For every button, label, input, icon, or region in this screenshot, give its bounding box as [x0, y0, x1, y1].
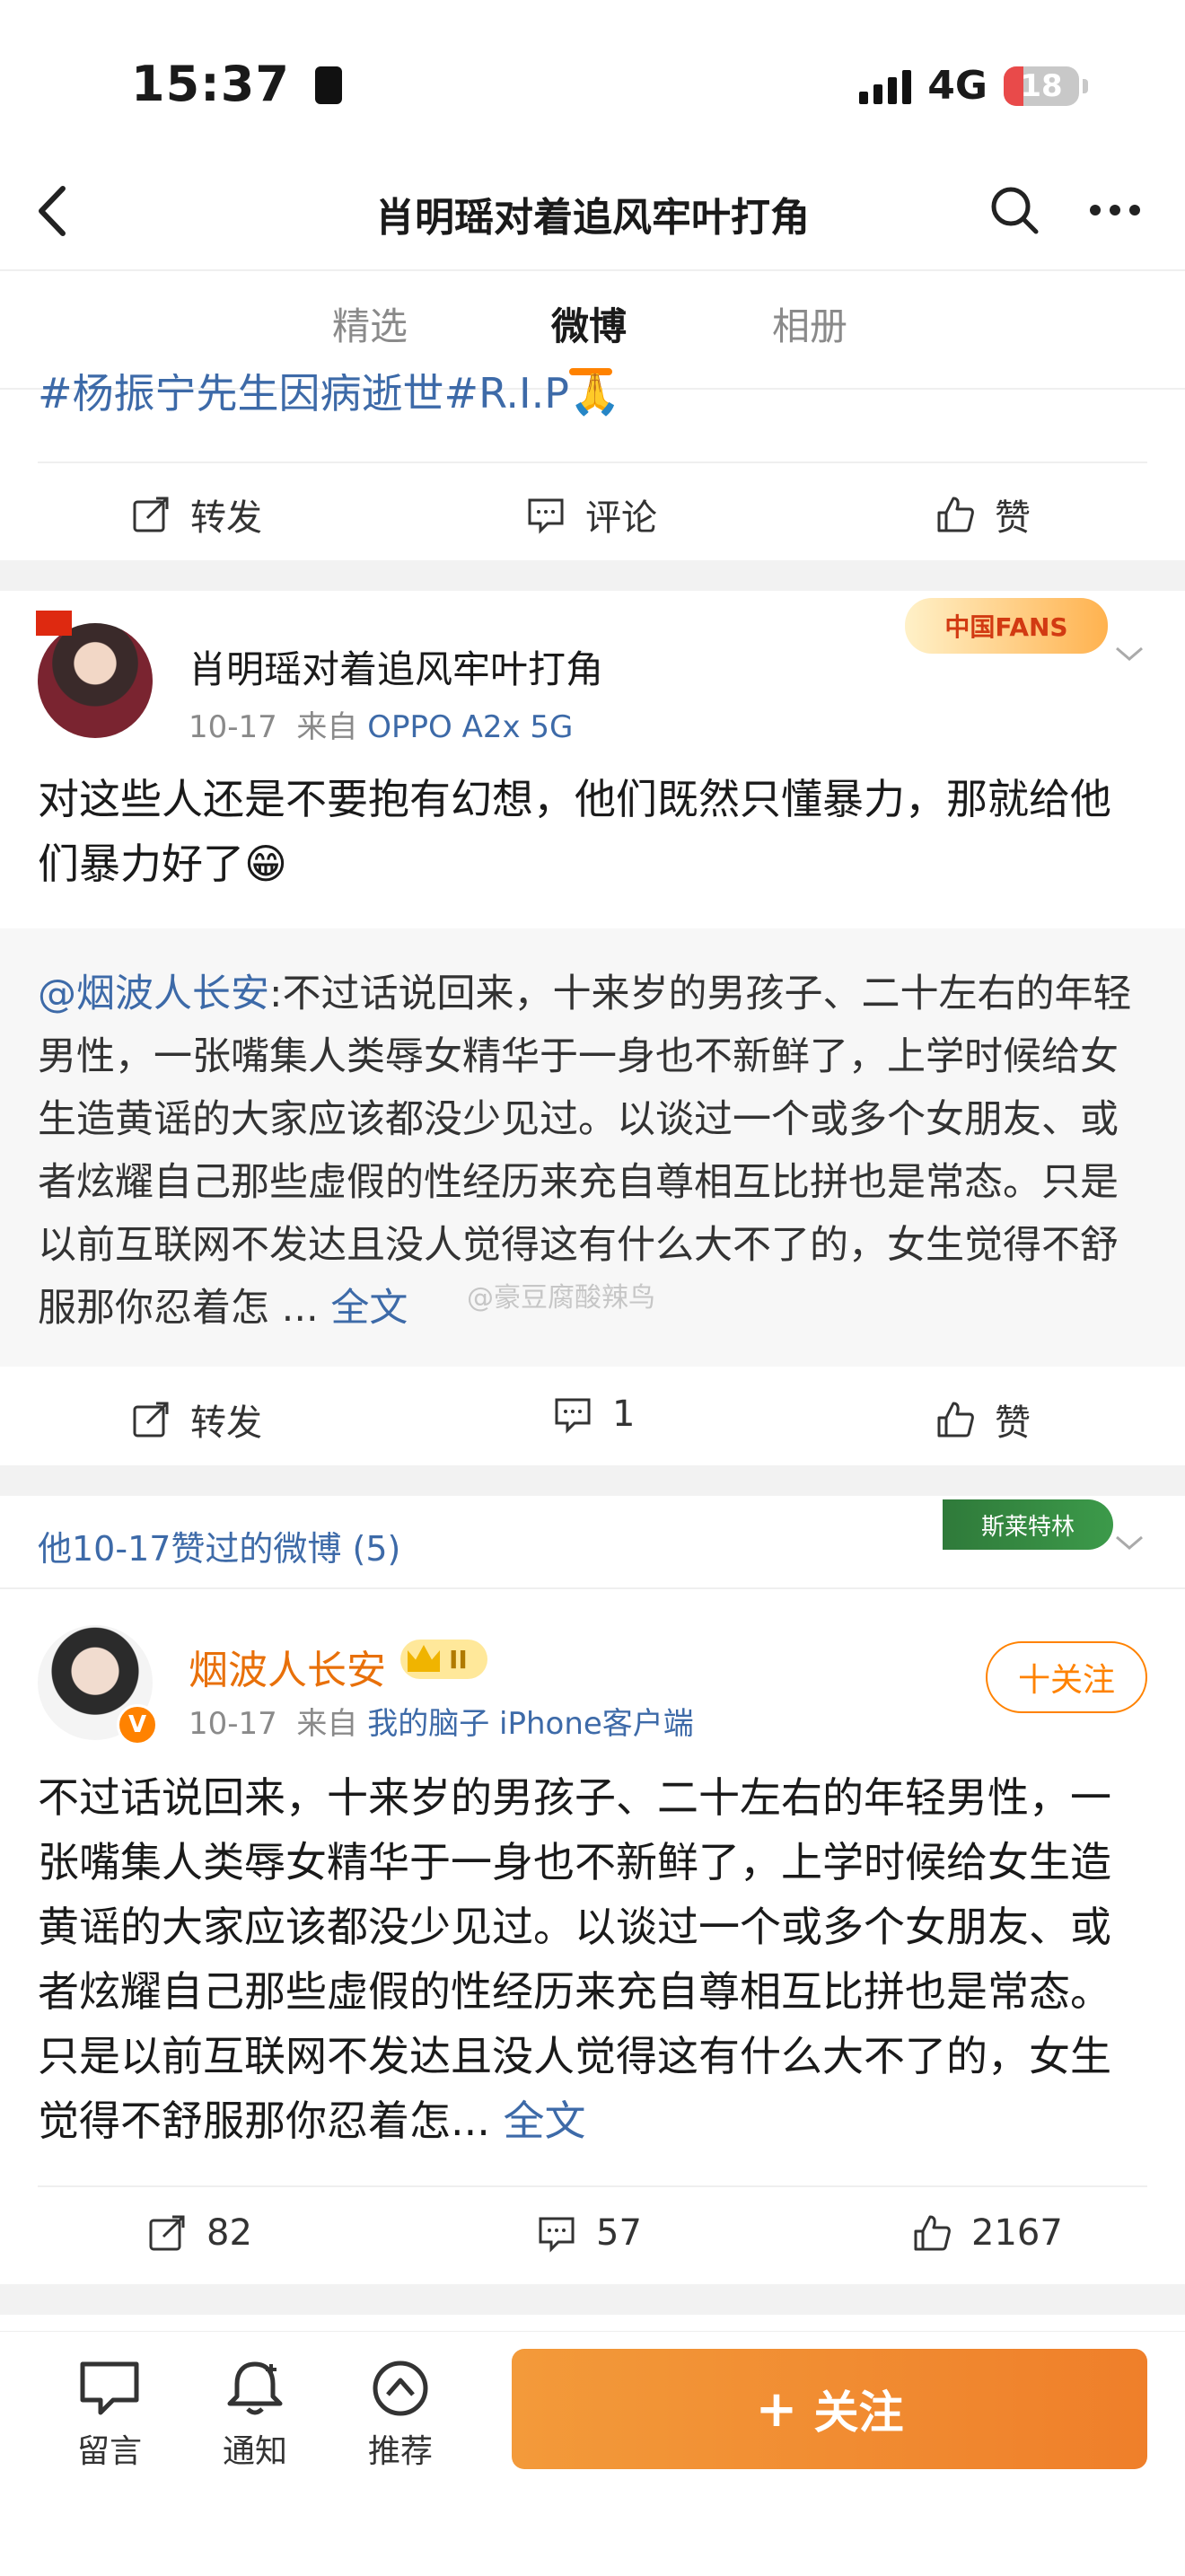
- comment-button[interactable]: 1: [553, 1394, 635, 1435]
- repost-button[interactable]: 转发: [131, 488, 262, 541]
- post-date: 10-17: [189, 709, 277, 745]
- verified-badge: V: [117, 1704, 158, 1745]
- comment-count: 57: [596, 2212, 642, 2254]
- post2-actions: 82 57 2167: [0, 2185, 1185, 2284]
- more-icon[interactable]: [1088, 203, 1142, 217]
- member-level: II: [449, 1644, 468, 1675]
- repost-label: 转发: [190, 497, 262, 539]
- post-source[interactable]: OPPO A2x 5G: [367, 709, 573, 745]
- notify-label: 通知: [222, 2433, 287, 2470]
- signal-icon: [859, 68, 912, 104]
- partial-post-text[interactable]: #杨振宁先生因病逝世#R.I.P🙏: [38, 374, 1151, 420]
- repost-button[interactable]: 82: [147, 2212, 252, 2254]
- tab-album[interactable]: 相册: [772, 296, 847, 351]
- tab-bar: 精选 微博 相册: [0, 296, 1185, 386]
- follow-main-label: 关注: [813, 2387, 904, 2439]
- house-badge: 斯莱特林: [943, 1499, 1113, 1550]
- like-button[interactable]: 赞: [935, 1394, 1031, 1446]
- message-label: 留言: [76, 2433, 142, 2470]
- author-name[interactable]: 烟波人长安: [189, 1638, 386, 1695]
- follow-main-button[interactable]: + 关注: [512, 2349, 1147, 2469]
- like-button[interactable]: 赞: [935, 488, 1031, 541]
- source-prefix: 来自: [296, 1706, 358, 1742]
- post-body: 不过话说回来，十来岁的男孩子、二十左右的年轻男性，一张嘴集人类辱女精华于一身也不…: [38, 1765, 1147, 2153]
- section-gap: [0, 560, 1185, 591]
- post-meta: 10-17 来自 OPPO A2x 5G: [189, 702, 573, 746]
- repost-icon: [133, 1402, 169, 1437]
- comment-icon: [539, 2217, 575, 2253]
- post-body-text: 不过话说回来，十来岁的男孩子、二十左右的年轻男性，一张嘴集人类辱女精华于一身也不…: [38, 1773, 1111, 2145]
- watermark: @豪豆腐酸辣鸟: [467, 1282, 655, 1314]
- member-level-badge: II: [400, 1640, 487, 1679]
- like-label: 赞: [995, 497, 1031, 539]
- recommend-button[interactable]: 推荐: [347, 2359, 454, 2472]
- comment-button[interactable]: 57: [537, 2212, 642, 2254]
- bell-icon: [227, 2361, 283, 2415]
- post-body: 对这些人还是不要抱有幻想，他们既然只懂暴力，那就给他们暴力好了😁: [38, 775, 1111, 888]
- read-more-link[interactable]: 全文: [504, 2097, 586, 2145]
- comment-icon: [528, 498, 564, 534]
- recommend-icon: [373, 2361, 428, 2416]
- quoted-author[interactable]: @烟波人长安: [38, 971, 269, 1016]
- tab-weibo[interactable]: 微博: [551, 296, 627, 351]
- like-count: 2167: [971, 2212, 1063, 2254]
- network-label: 4G: [927, 63, 988, 109]
- comment-icon: [555, 1398, 591, 1434]
- repost-count: 82: [206, 2212, 252, 2254]
- post0-actions: 转发 评论 赞: [0, 462, 1185, 560]
- chevron-down-icon[interactable]: [1113, 1532, 1146, 1553]
- notify-button[interactable]: 通知: [201, 2359, 309, 2472]
- chevron-down-icon[interactable]: [1113, 643, 1146, 664]
- post-date: 10-17: [189, 1706, 277, 1742]
- post-meta: 10-17 来自 我的脑子 iPhone客户端: [189, 1699, 694, 1743]
- comment-count: 1: [612, 1394, 636, 1435]
- like-label: 赞: [995, 1402, 1031, 1444]
- post1-actions: 转发 1 赞: [0, 1367, 1185, 1465]
- status-indicators: 4G 18: [859, 63, 1088, 109]
- plus-icon: +: [755, 2379, 798, 2439]
- lock-icon: [314, 66, 342, 104]
- post-source[interactable]: 我的脑子 iPhone客户端: [367, 1706, 694, 1742]
- follow-button[interactable]: 十关注: [986, 1641, 1147, 1713]
- liked-section-label[interactable]: 他10-17赞过的微博 (5): [38, 1521, 400, 1570]
- battery-icon: 18: [1004, 66, 1088, 106]
- section-gap: [0, 1465, 1185, 1496]
- repost-icon: [149, 2215, 185, 2251]
- author-name[interactable]: 肖明瑶对着追风牢叶打角: [189, 639, 603, 694]
- message-button[interactable]: 留言: [56, 2359, 163, 2472]
- like-icon: [937, 497, 974, 532]
- avatar[interactable]: [38, 623, 153, 738]
- recommend-label: 推荐: [367, 2433, 433, 2470]
- like-icon: [937, 1402, 974, 1437]
- tab-featured[interactable]: 精选: [332, 296, 408, 351]
- comment-label: 评论: [585, 497, 657, 539]
- repost-label: 转发: [190, 1402, 262, 1444]
- repost-icon: [133, 497, 169, 532]
- message-icon: [80, 2361, 139, 2415]
- crown-icon: [408, 1645, 440, 1672]
- status-time: 15:37: [131, 56, 342, 112]
- source-prefix: 来自: [296, 709, 358, 745]
- fans-badge: 中国FANS: [905, 598, 1108, 654]
- comment-button[interactable]: 评论: [526, 488, 657, 541]
- flag-icon: [36, 611, 72, 636]
- divider: [0, 269, 1185, 271]
- like-button[interactable]: 2167: [912, 2212, 1063, 2254]
- read-more-link[interactable]: 全文: [330, 1286, 408, 1331]
- like-icon: [914, 2215, 951, 2251]
- partial-post-text-clip: #杨振宁先生因病逝世#R.I.P🙏: [38, 374, 1151, 426]
- section-gap: [0, 2284, 1185, 2315]
- search-icon[interactable]: [988, 183, 1041, 237]
- repost-button[interactable]: 转发: [131, 1394, 262, 1446]
- divider: [0, 1587, 1185, 1589]
